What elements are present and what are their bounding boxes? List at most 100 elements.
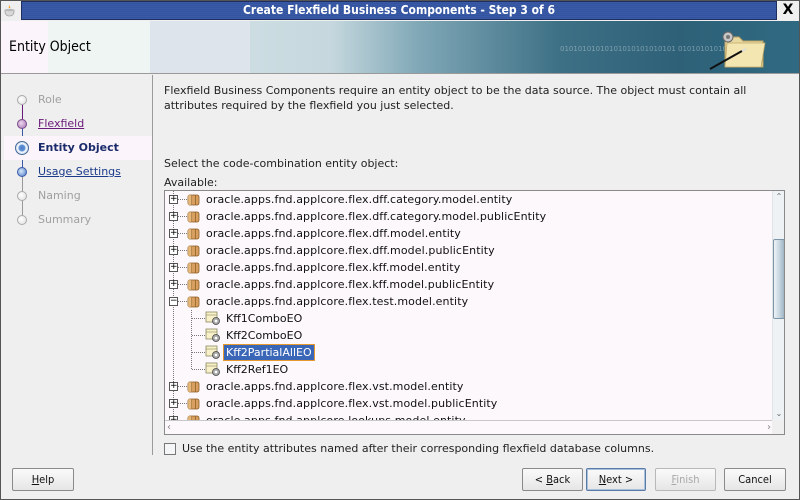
tree-connector	[178, 250, 187, 251]
available-label: Available:	[164, 176, 218, 189]
back-label-prefix: <	[534, 473, 547, 486]
tree-package-row[interactable]: − oracle.apps.fnd.applcore.flex.test.mode…	[165, 293, 765, 310]
tree-connector	[178, 301, 187, 302]
entity-object-icon	[205, 311, 221, 326]
tree-entity-row[interactable]: Kff1ComboEO	[165, 310, 765, 327]
column-names-checkbox-label[interactable]: Use the entity attributes named after th…	[182, 442, 654, 455]
page-title: Entity Object	[9, 39, 91, 55]
back-mnemonic: B	[546, 473, 553, 486]
step-disabled-icon	[17, 95, 27, 105]
next-label-rest: ext >	[606, 473, 634, 486]
intro-text: Flexfield Business Components require an…	[164, 84, 747, 112]
cancel-button[interactable]: Cancel	[724, 468, 786, 491]
tree-package-row[interactable]: + oracle.apps.fnd.applcore.flex.kff.model…	[165, 276, 765, 293]
expand-icon[interactable]: +	[169, 280, 178, 289]
package-icon	[187, 210, 200, 223]
entity-label-selected[interactable]: Kff2PartialAllEO	[223, 344, 315, 361]
nav-step-entity-object: Entity Object	[4, 136, 152, 160]
help-label-rest: elp	[39, 473, 55, 486]
package-icon	[187, 380, 200, 393]
tree-package-row[interactable]: + oracle.apps.fnd.applcore.flex.vst.model…	[165, 395, 765, 412]
package-label[interactable]: oracle.apps.fnd.applcore.flex.dff.model.…	[206, 244, 495, 257]
tree-connector	[178, 403, 187, 404]
nav-step-flexfield[interactable]: Flexfield	[4, 112, 152, 136]
package-icon	[187, 278, 200, 291]
step-current-icon	[15, 141, 29, 155]
tree-connector	[192, 335, 205, 336]
package-label[interactable]: oracle.apps.fnd.applcore.flex.kff.model.…	[206, 278, 494, 291]
back-label-rest: ack	[552, 473, 571, 486]
tree-package-row[interactable]: + oracle.apps.fnd.applcore.flex.dff.categ…	[165, 208, 765, 225]
entity-object-icon	[205, 328, 221, 343]
horizontal-scrollbar[interactable]: ‹ ›	[165, 420, 773, 434]
package-label[interactable]: oracle.apps.fnd.applcore.flex.vst.model.…	[206, 380, 464, 393]
expand-icon[interactable]: +	[169, 195, 178, 204]
scroll-left-icon[interactable]: ‹	[167, 421, 171, 434]
step-available-icon	[17, 167, 27, 177]
nav-step-label: Entity Object	[38, 141, 119, 154]
tree-connector	[178, 267, 187, 268]
tree-package-row[interactable]: + oracle.apps.fnd.applcore.flex.kff.model…	[165, 259, 765, 276]
wizard-step-nav: Role Flexfield Entity Object Usage Setti…	[0, 75, 153, 455]
collapse-icon[interactable]: −	[169, 297, 178, 306]
tree-package-row[interactable]: + oracle.apps.fnd.applcore.flex.dff.model…	[165, 242, 765, 259]
help-button[interactable]: Help	[12, 468, 74, 491]
nav-step-label: Summary	[38, 213, 92, 226]
scrollbar-thumb[interactable]	[773, 239, 784, 319]
step-disabled-icon	[17, 215, 27, 225]
scroll-corner	[772, 420, 784, 434]
package-label[interactable]: oracle.apps.fnd.applcore.flex.dff.catego…	[206, 193, 512, 206]
expand-icon[interactable]: +	[169, 212, 178, 221]
back-button[interactable]: < Back	[522, 468, 583, 491]
step-disabled-icon	[17, 191, 27, 201]
package-label[interactable]: oracle.apps.fnd.applcore.flex.vst.model.…	[206, 397, 497, 410]
entity-label[interactable]: Kff2Ref1EO	[224, 362, 290, 377]
tree-package-row[interactable]: +oracle.apps.fnd.applcore.lookups.model.…	[165, 412, 765, 420]
scroll-up-icon[interactable]: ⌃	[774, 192, 784, 202]
entity-label[interactable]: Kff1ComboEO	[224, 311, 304, 326]
package-label[interactable]: oracle.apps.fnd.applcore.flex.test.model…	[206, 295, 468, 308]
nav-step-usage-settings[interactable]: Usage Settings	[4, 160, 152, 184]
finish-button[interactable]: Finish	[655, 468, 716, 491]
package-icon	[187, 295, 200, 308]
package-icon	[187, 397, 200, 410]
step-visited-icon	[17, 119, 27, 129]
select-entity-label: Select the code-combination entity objec…	[164, 157, 399, 170]
tree-package-row[interactable]: + oracle.apps.fnd.applcore.flex.dff.categ…	[165, 191, 765, 208]
expand-icon[interactable]: +	[169, 229, 178, 238]
tree-entity-row[interactable]: Kff2Ref1EO	[165, 361, 765, 378]
column-names-checkbox[interactable]	[164, 443, 176, 455]
tree-connector	[178, 284, 187, 285]
package-label[interactable]: oracle.apps.fnd.applcore.flex.kff.model.…	[206, 261, 460, 274]
package-icon	[187, 261, 200, 274]
nav-step-label[interactable]: Usage Settings	[38, 165, 121, 178]
nav-step-label[interactable]: Flexfield	[38, 117, 84, 130]
package-label[interactable]: oracle.apps.fnd.applcore.flex.dff.catego…	[206, 210, 546, 223]
window-title: Create Flexfield Business Components - S…	[21, 1, 777, 20]
entity-object-tree[interactable]: + oracle.apps.fnd.applcore.flex.dff.categ…	[164, 190, 785, 435]
tree-entity-row[interactable]: Kff2ComboEO	[165, 327, 765, 344]
wizard-folder-icon	[709, 31, 766, 70]
finish-label-rest: inish	[676, 473, 700, 486]
expand-icon[interactable]: +	[169, 246, 178, 255]
vertical-scrollbar[interactable]: ⌃ ⌄	[772, 191, 784, 420]
entity-object-icon	[205, 345, 221, 360]
next-button[interactable]: Next >	[586, 468, 646, 491]
tree-package-row[interactable]: + oracle.apps.fnd.applcore.flex.vst.model…	[165, 378, 765, 395]
expand-icon[interactable]: +	[169, 382, 178, 391]
package-label[interactable]: oracle.apps.fnd.applcore.flex.dff.model.…	[206, 227, 461, 240]
entity-object-icon	[205, 362, 221, 377]
scroll-down-icon[interactable]: ⌄	[774, 409, 784, 419]
tree-package-row[interactable]: + oracle.apps.fnd.applcore.flex.dff.model…	[165, 225, 765, 242]
entity-label[interactable]: Kff2ComboEO	[224, 328, 304, 343]
close-button[interactable]: X	[779, 1, 797, 20]
tree-connector	[192, 352, 205, 353]
window-titlebar: Create Flexfield Business Components - S…	[0, 0, 800, 21]
scroll-right-icon[interactable]: ›	[767, 421, 771, 434]
nav-step-role: Role	[4, 88, 152, 112]
tree-connector	[192, 369, 205, 370]
tree-connector	[178, 233, 187, 234]
tree-entity-row[interactable]: Kff2PartialAllEO	[165, 344, 765, 361]
expand-icon[interactable]: +	[169, 263, 178, 272]
expand-icon[interactable]: +	[169, 399, 178, 408]
